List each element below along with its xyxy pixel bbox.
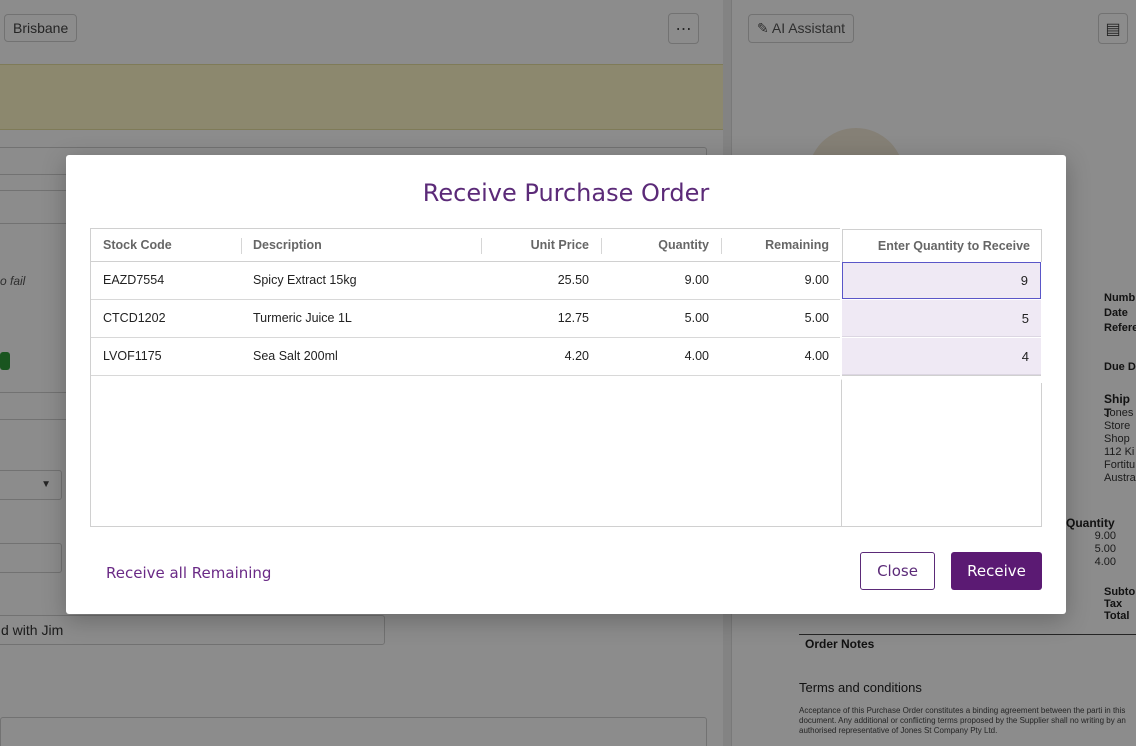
receive-quantity-input[interactable] [842,338,1041,375]
unit-price-cell: 12.75 [557,311,589,325]
remaining-cell: 5.00 [804,311,829,325]
table-row[interactable]: EAZD7554 Spicy Extract 15kg 25.50 9.00 9… [91,262,841,300]
stock-code-cell: EAZD7554 [103,273,165,287]
column-header-enter-quantity[interactable]: Enter Quantity to Receive [842,229,1042,262]
unit-price-cell: 25.50 [557,273,589,287]
column-bottom-rule [842,375,1041,376]
stock-code-cell: CTCD1202 [103,311,166,325]
receive-quantity-input[interactable] [842,262,1041,299]
quantity-cell: 4.00 [684,349,709,363]
receive-all-remaining-button[interactable]: Receive all Remaining [106,560,271,586]
column-header-unit-price[interactable]: Unit Price [481,229,601,262]
stock-code-cell: LVOF1175 [103,349,162,363]
column-header-quantity[interactable]: Quantity [601,229,721,262]
description-cell: Sea Salt 200ml [253,349,338,363]
remaining-cell: 9.00 [804,273,829,287]
table-row[interactable]: LVOF1175 Sea Salt 200ml 4.20 4.00 4.00 [91,338,841,376]
description-cell: Turmeric Juice 1L [253,311,352,325]
column-header-remaining[interactable]: Remaining [721,229,841,262]
receive-quantity-input[interactable] [842,300,1041,337]
remaining-cell: 4.00 [804,349,829,363]
column-header-stock-code[interactable]: Stock Code [91,229,241,262]
column-header-description[interactable]: Description [241,229,481,262]
table-row[interactable]: CTCD1202 Turmeric Juice 1L 12.75 5.00 5.… [91,300,841,338]
close-button[interactable]: Close [860,552,935,590]
quantity-cell: 9.00 [684,273,709,287]
description-cell: Spicy Extract 15kg [253,273,357,287]
unit-price-cell: 4.20 [564,349,589,363]
receive-button[interactable]: Receive [951,552,1042,590]
dialog-title: Receive Purchase Order [422,179,710,207]
quantity-cell: 5.00 [684,311,709,325]
